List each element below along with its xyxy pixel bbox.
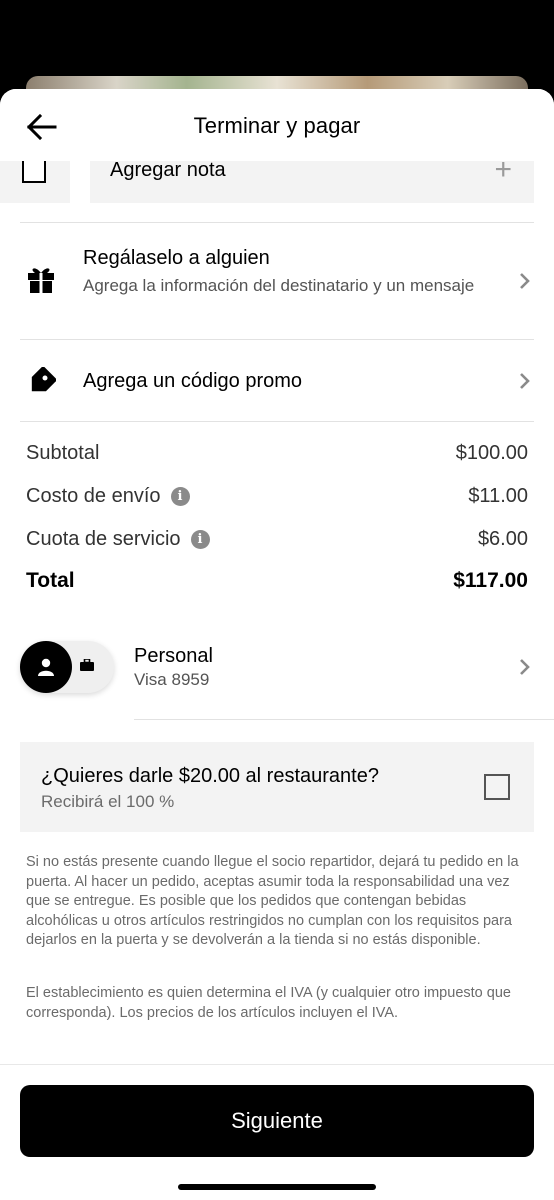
payment-method-row[interactable] bbox=[134, 641, 554, 717]
subtotal-value: $100.00 bbox=[455, 442, 528, 464]
tax-disclaimer: El establecimiento es quien determina el… bbox=[26, 985, 511, 1021]
delivery-fee-value: $11.00 bbox=[468, 485, 528, 507]
service-fee-label: Cuota de servicio bbox=[26, 528, 181, 550]
chevron-right-icon bbox=[520, 373, 530, 389]
note-checkbox-area bbox=[0, 159, 70, 203]
total-value: $117.00 bbox=[453, 569, 528, 592]
subtotal-row: Subtotal $100.00 bbox=[26, 442, 528, 465]
next-button[interactable]: Siguiente bbox=[20, 1085, 534, 1157]
divider bbox=[20, 421, 534, 422]
add-note-label: Agregar nota bbox=[110, 159, 226, 181]
footer: Siguiente bbox=[0, 1064, 554, 1200]
add-note-button[interactable]: Agregar nota + bbox=[90, 153, 534, 203]
tip-title: ¿Quieres darle $20.00 al restaurante? bbox=[41, 765, 379, 787]
chevron-right-icon bbox=[520, 273, 530, 289]
home-indicator bbox=[178, 1184, 376, 1190]
page-title: Terminar y pagar bbox=[193, 113, 361, 138]
checkout-sheet: Terminar y pagar Agregar nota + Regálase… bbox=[0, 89, 554, 1200]
note-checkbox[interactable] bbox=[22, 159, 46, 183]
gift-title: Regálaselo a alguien bbox=[83, 247, 270, 269]
delivery-fee-row: Costo de envío i $11.00 bbox=[26, 485, 528, 508]
chevron-right-icon bbox=[520, 659, 530, 675]
gift-row[interactable]: Regálaselo a alguien Agrega la informaci… bbox=[0, 223, 554, 338]
total-label: Total bbox=[26, 569, 75, 592]
restaurant-tip-option[interactable]: ¿Quieres darle $20.00 al restaurante? Re… bbox=[20, 742, 534, 832]
promo-row[interactable]: Agrega un código promo bbox=[0, 340, 554, 422]
subtotal-label: Subtotal bbox=[26, 442, 100, 464]
tag-icon bbox=[26, 367, 56, 397]
tip-checkbox[interactable] bbox=[484, 774, 510, 800]
payment-profile-toggle[interactable] bbox=[20, 641, 114, 693]
total-row: Total $117.00 bbox=[26, 569, 528, 593]
divider bbox=[134, 719, 554, 720]
gift-icon bbox=[26, 264, 56, 294]
delivery-fee-label-group: Costo de envío i bbox=[26, 485, 190, 508]
header: Terminar y pagar bbox=[0, 89, 554, 161]
briefcase-icon bbox=[80, 659, 94, 671]
info-icon[interactable]: i bbox=[170, 487, 190, 506]
service-fee-row: Cuota de servicio i $6.00 bbox=[26, 528, 528, 551]
gift-subtitle: Agrega la información del destinatario y… bbox=[83, 276, 475, 295]
service-fee-label-group: Cuota de servicio i bbox=[26, 528, 210, 551]
person-icon bbox=[20, 641, 72, 693]
info-icon[interactable]: i bbox=[190, 530, 210, 549]
delivery-fee-label: Costo de envío bbox=[26, 485, 161, 507]
service-fee-value: $6.00 bbox=[477, 528, 528, 550]
tip-subtitle: Recibirá el 100 % bbox=[41, 792, 175, 811]
promo-title: Agrega un código promo bbox=[83, 370, 303, 392]
note-row: Agregar nota + bbox=[0, 153, 554, 203]
delivery-disclaimer: Si no estás presente cuando llegue el so… bbox=[26, 854, 519, 948]
